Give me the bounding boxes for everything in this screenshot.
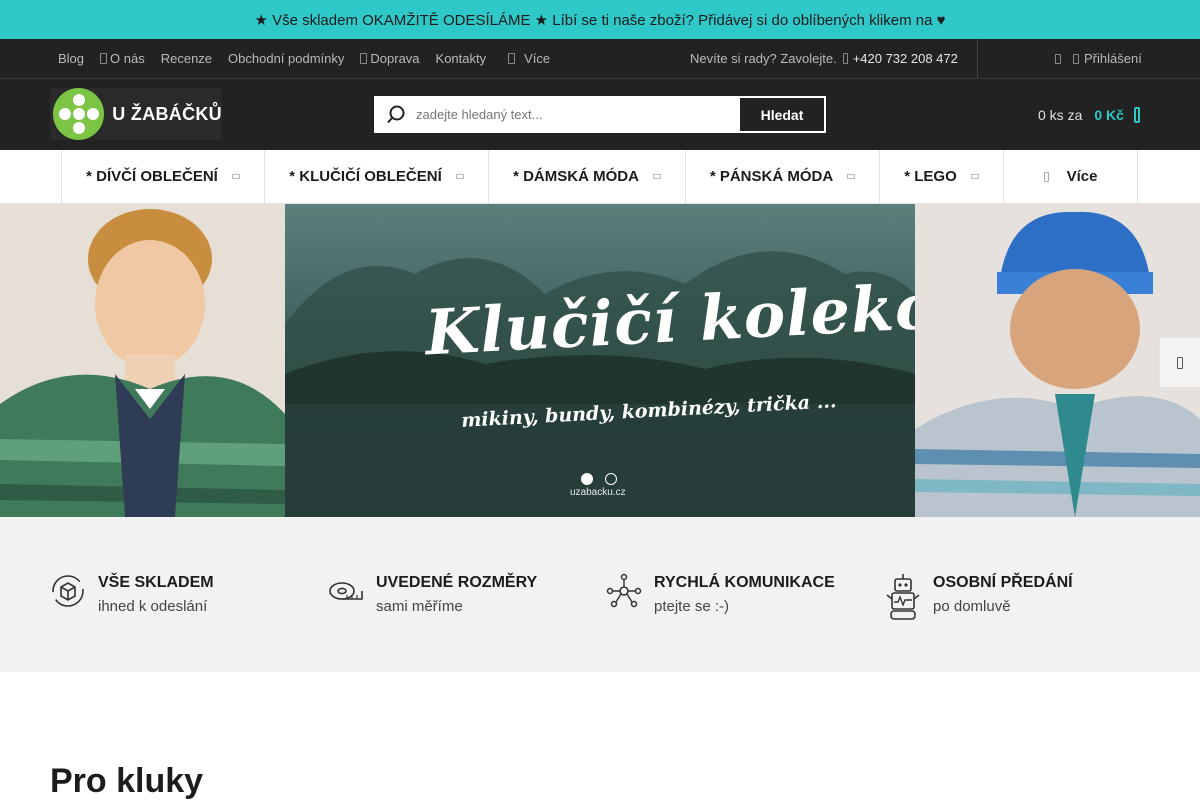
box-cycle-icon [52, 575, 84, 607]
contact-info: Nevíte si rady? Zavolejte. +420 732 208 … [690, 39, 958, 78]
top-link-label: Doprava [370, 51, 420, 66]
category-label: * DÁMSKÁ MÓDA [513, 168, 639, 185]
category-boys[interactable]: * KLUČIČÍ OBLEČENÍ [265, 150, 489, 203]
feature-subtitle: ptejte se :-) [654, 598, 730, 615]
top-link-label: Blog [58, 51, 85, 66]
main-header: U ŽABÁČKŮ Hledat 0 ks za 0 Kč [0, 79, 1200, 150]
tape-measure-icon [329, 582, 363, 600]
info-icon [100, 53, 108, 64]
feature-item: VŠE SKLADEM ihned k odeslání [50, 573, 214, 615]
feature-title: RYCHLÁ KOMUNIKACE [654, 574, 835, 591]
cart-icon [1133, 106, 1140, 123]
robot-icon [886, 574, 920, 620]
heart-icon [1055, 53, 1061, 64]
menu-icon [1043, 171, 1049, 182]
feature-title: UVEDENÉ ROZMĚRY [376, 574, 538, 591]
feature-title: OSOBNÍ PŘEDÁNÍ [933, 574, 1073, 591]
category-label: Více [1066, 168, 1098, 185]
search-form: Hledat [374, 96, 826, 133]
top-link-about[interactable]: O nás [100, 51, 145, 66]
top-link-reviews[interactable]: Recenze [161, 51, 212, 66]
slide-credit: uzabacku.cz [570, 487, 626, 498]
category-nav: * DÍVČÍ OBLEČENÍ * KLUČIČÍ OBLEČENÍ * DÁ… [0, 150, 1200, 204]
top-more-label: Více [524, 51, 551, 66]
chevron-right-icon [1177, 356, 1183, 369]
category-men[interactable]: * PÁNSKÁ MÓDA [686, 150, 880, 203]
search-icon [376, 98, 416, 131]
feature-item: RYCHLÁ KOMUNIKACE ptejte se :-) [606, 573, 835, 615]
hero-photo-boy-right [915, 204, 1200, 517]
menu-icon [508, 53, 516, 64]
frog-logo-icon [53, 88, 105, 140]
top-link-terms[interactable]: Obchodní podmínky [228, 51, 344, 66]
top-link-label: Kontakty [435, 51, 487, 66]
category-label: * LEGO [904, 168, 957, 185]
slider-dot-1[interactable] [581, 473, 593, 485]
site-logo[interactable]: U ŽABÁČKŮ [50, 88, 222, 140]
top-nav: Blog O nás Recenze Obchodní podmínky Dop… [58, 39, 566, 78]
top-link-label: Recenze [160, 51, 213, 66]
top-link-label: O nás [110, 51, 145, 66]
phone-link[interactable]: +420 732 208 472 [853, 51, 958, 66]
feature-item: OSOBNÍ PŘEDÁNÍ po domluvě [885, 573, 1073, 621]
category-label: * KLUČIČÍ OBLEČENÍ [289, 168, 442, 185]
search-button[interactable]: Hledat [740, 98, 824, 131]
feature-subtitle: ihned k odeslání [98, 598, 208, 615]
top-link-label: Obchodní podmínky [228, 51, 345, 66]
top-link-shipping[interactable]: Doprava [360, 51, 420, 66]
cart-price: 0 Kč [1094, 106, 1124, 123]
announcement-bar: ★ Vše skladem OKAMŽITĚ ODESÍLÁME ★ Líbí … [0, 0, 1200, 39]
chevron-down-icon [231, 174, 240, 179]
chevron-down-icon [455, 174, 464, 179]
chevron-down-icon [847, 174, 856, 179]
feature-subtitle: sami měříme [376, 598, 463, 615]
category-lego[interactable]: * LEGO [880, 150, 1004, 203]
hero-photo-boy-left [0, 204, 285, 517]
nav-spacer [0, 150, 62, 203]
top-more-menu[interactable]: Více [508, 51, 550, 66]
feature-subtitle: po domluvě [933, 598, 1011, 615]
category-girls[interactable]: * DÍVČÍ OBLEČENÍ [62, 150, 265, 203]
category-women[interactable]: * DÁMSKÁ MÓDA [489, 150, 686, 203]
section-title: Pro kluky [50, 762, 204, 800]
chevron-down-icon [970, 174, 979, 179]
category-label: * DÍVČÍ OBLEČENÍ [86, 168, 218, 185]
slider-dot-2[interactable] [605, 473, 617, 485]
top-bar: Blog O nás Recenze Obchodní podmínky Dop… [0, 39, 1200, 79]
category-label: * PÁNSKÁ MÓDA [709, 168, 834, 185]
hero-slider[interactable]: Klučičí kolekce mikiny, bundy, kombinézy… [0, 204, 1200, 517]
logo-text: U ŽABÁČKŮ [112, 103, 222, 124]
contact-prompt: Nevíte si rady? Zavolejte. [690, 51, 837, 66]
hero-slide: Klučičí kolekce mikiny, bundy, kombinézy… [285, 204, 976, 517]
features-bar: VŠE SKLADEM ihned k odeslání UVEDENÉ ROZM… [0, 517, 1200, 672]
network-icon [606, 573, 642, 608]
search-input[interactable] [416, 98, 740, 131]
cart-quantity: 0 ks za [1038, 106, 1083, 123]
cart-summary[interactable]: 0 ks za 0 Kč [1038, 79, 1140, 150]
top-link-contacts[interactable]: Kontakty [436, 51, 487, 66]
login-label: Přihlášení [1084, 51, 1142, 66]
feature-item: UVEDENÉ ROZMĚRY sami měříme [328, 573, 537, 615]
login-link[interactable]: Přihlášení [1055, 39, 1142, 78]
top-link-blog[interactable]: Blog [58, 51, 84, 66]
chevron-down-icon [652, 174, 661, 179]
divider [977, 39, 978, 78]
category-more[interactable]: Více [1004, 150, 1138, 203]
feature-title: VŠE SKLADEM [98, 574, 214, 591]
slider-next-button[interactable] [1159, 337, 1200, 388]
slider-dots [581, 473, 629, 485]
user-icon [1073, 53, 1079, 64]
phone-icon [842, 53, 848, 64]
truck-icon [360, 53, 368, 64]
